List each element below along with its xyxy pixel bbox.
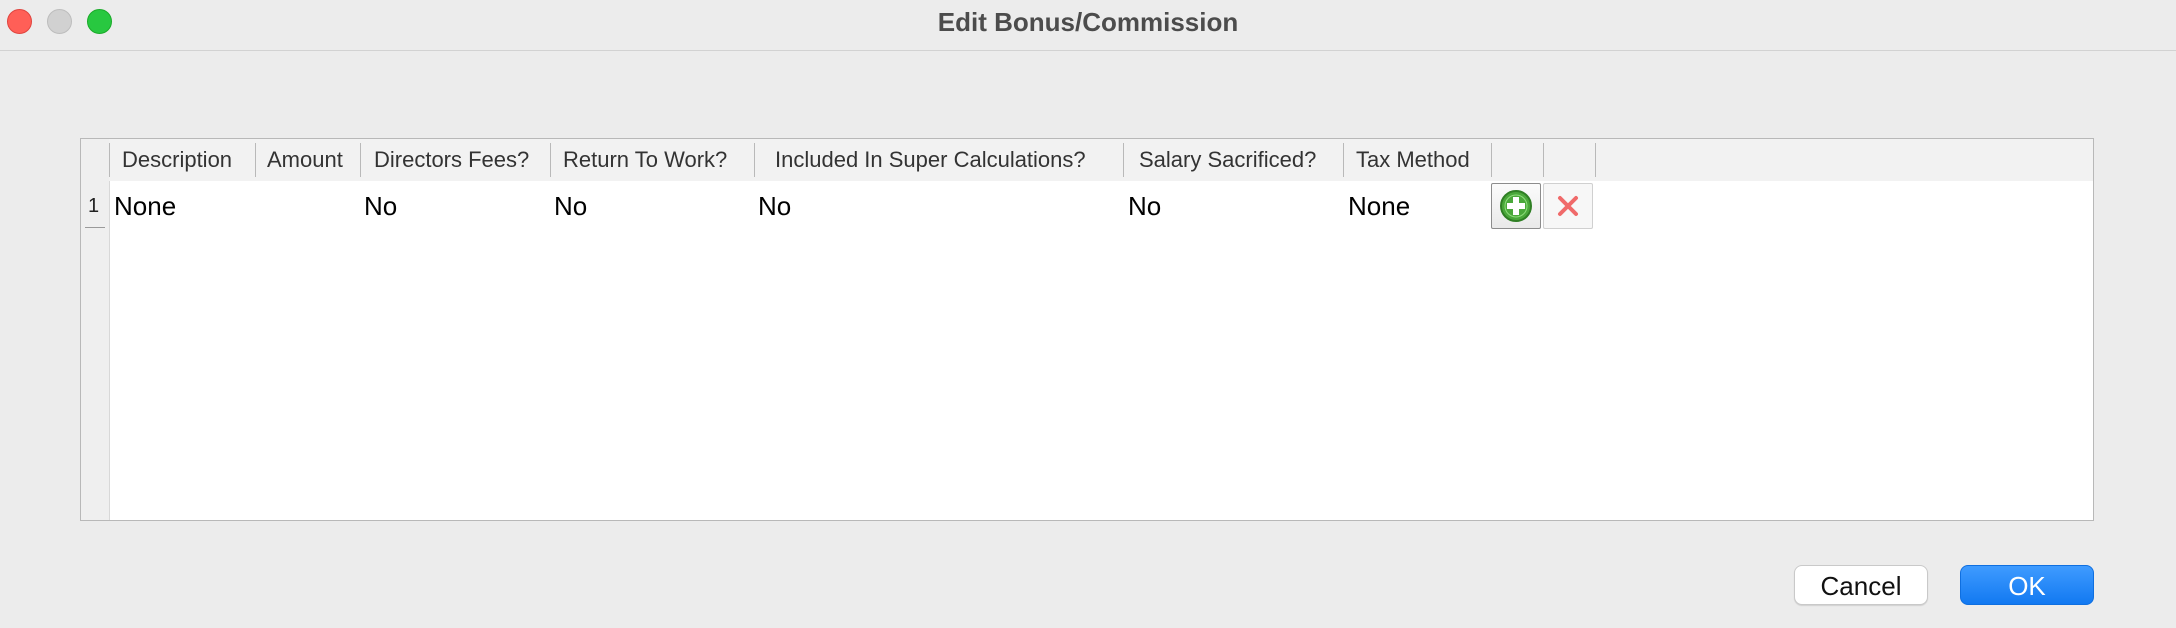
ok-button[interactable]: OK — [1960, 565, 2094, 605]
column-header-salary-sacrificed[interactable]: Salary Sacrificed? — [1139, 139, 1316, 181]
column-header-return-to-work[interactable]: Return To Work? — [563, 139, 727, 181]
row-number-gutter: 1 — [81, 139, 110, 520]
cell-directors-fees[interactable]: No — [364, 183, 397, 229]
bonus-commission-table: 1 Description Amount Directors Fees? Ret… — [80, 138, 2094, 521]
row-number: 1 — [88, 195, 100, 217]
column-header-included-in-super[interactable]: Included In Super Calculations? — [775, 139, 1086, 181]
cancel-button[interactable]: Cancel — [1794, 565, 1928, 605]
column-separator — [1595, 143, 1596, 177]
column-header-tax-method[interactable]: Tax Method — [1356, 139, 1470, 181]
column-separator — [550, 143, 551, 177]
column-separator — [754, 143, 755, 177]
delete-row-button[interactable] — [1543, 183, 1593, 229]
column-header-description[interactable]: Description — [122, 139, 232, 181]
cell-salary-sacrificed[interactable]: No — [1128, 183, 1161, 229]
table-header: Description Amount Directors Fees? Retur… — [109, 139, 2093, 181]
column-separator — [109, 143, 110, 177]
column-separator — [360, 143, 361, 177]
cell-description[interactable]: None — [114, 183, 176, 229]
delete-x-icon — [1544, 184, 1592, 228]
column-separator — [1543, 143, 1544, 177]
title-bar: Edit Bonus/Commission — [0, 0, 2176, 51]
column-separator — [1123, 143, 1124, 177]
window-title: Edit Bonus/Commission — [937, 7, 1239, 37]
column-separator — [255, 143, 256, 177]
cell-included-in-super[interactable]: No — [758, 183, 791, 229]
cell-tax-method[interactable]: None — [1348, 183, 1410, 229]
column-separator — [1343, 143, 1344, 177]
column-header-amount[interactable]: Amount — [267, 139, 343, 181]
column-separator — [1491, 143, 1492, 177]
add-circle-icon — [1492, 184, 1540, 228]
cell-return-to-work[interactable]: No — [554, 183, 587, 229]
column-header-directors-fees[interactable]: Directors Fees? — [374, 139, 529, 181]
row-divider — [85, 227, 105, 228]
add-row-button[interactable] — [1491, 183, 1541, 229]
